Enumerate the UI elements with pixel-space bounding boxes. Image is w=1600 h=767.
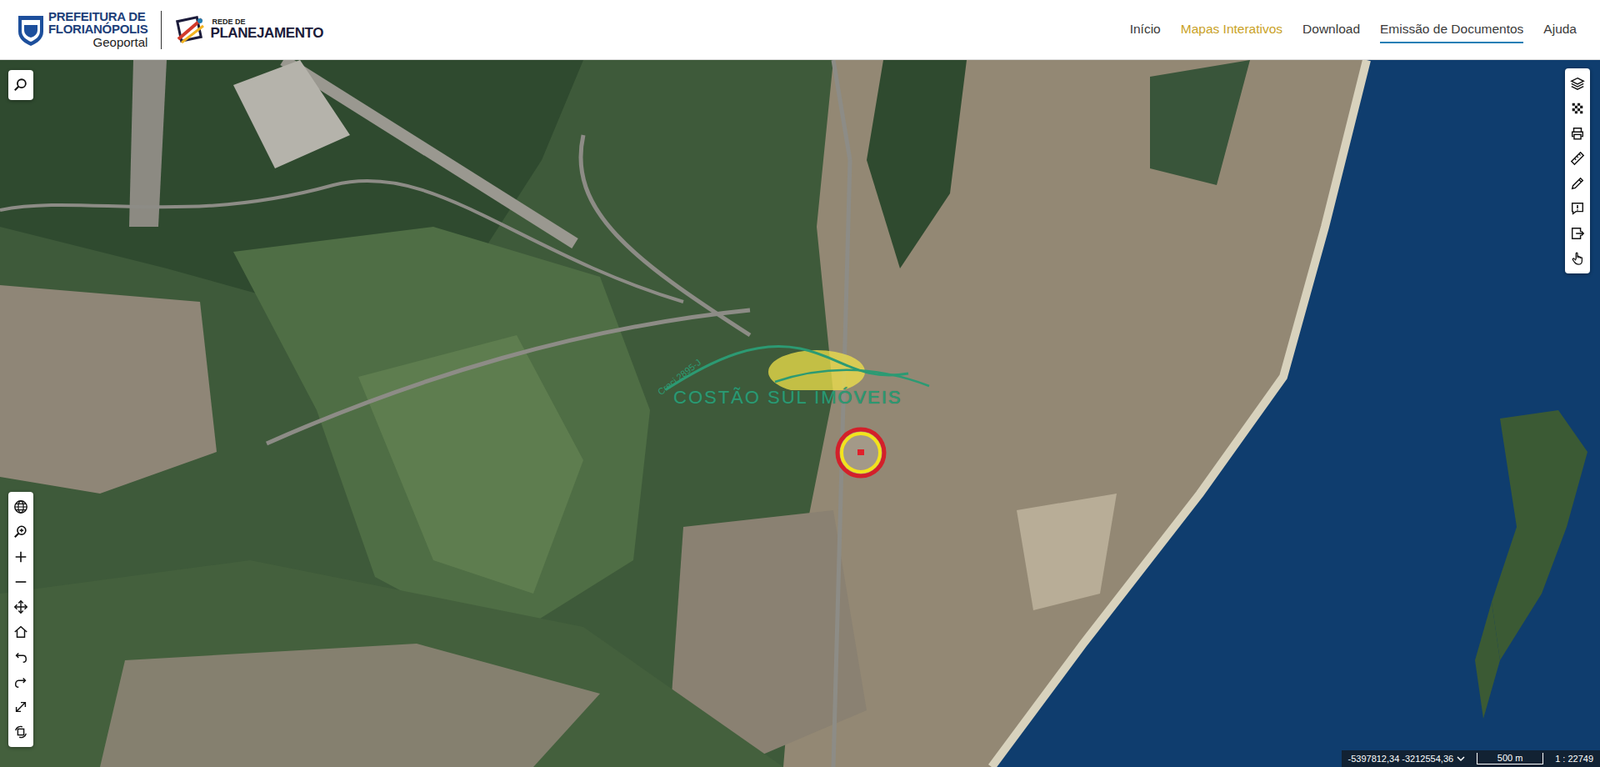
print-button[interactable]	[1565, 120, 1590, 146]
logo-line: FLORIANÓPOLIS	[48, 22, 148, 36]
home-icon	[13, 624, 29, 640]
watermark: Creci 2895-J COSTÃO SUL IMÓVEIS	[658, 340, 942, 424]
planning-network-icon	[175, 14, 207, 46]
expand-icon	[13, 699, 29, 715]
divider	[160, 10, 162, 50]
globe-button[interactable]	[8, 494, 34, 520]
zoom-area-button[interactable]	[8, 519, 34, 545]
prefeitura-logo[interactable]: PREFEITURA DE FLORIANÓPOLIS Geoportal	[16, 10, 148, 50]
zoom-search-icon	[13, 524, 29, 540]
nav-underline	[1543, 41, 1577, 44]
brand[interactable]: PREFEITURA DE FLORIANÓPOLIS Geoportal RE…	[16, 10, 324, 50]
search-icon	[13, 77, 29, 93]
search-button[interactable]	[8, 72, 34, 98]
logo-line: PREFEITURA DE	[48, 10, 148, 24]
plus-icon	[13, 549, 29, 565]
globe-icon	[13, 499, 29, 515]
printer-icon	[1570, 125, 1585, 141]
nav-link[interactable]: Emissão de Documentos	[1380, 15, 1524, 44]
rede-line: PLANEJAMENTO	[210, 25, 324, 41]
report-button[interactable]	[1565, 195, 1590, 221]
redo-icon	[13, 674, 29, 690]
undo-button[interactable]	[8, 644, 34, 670]
map[interactable]: Creci 2895-J COSTÃO SUL IMÓVEIS	[0, 60, 1600, 767]
main-nav: Início Mapas Interativos Download Emissão d…	[1130, 15, 1584, 44]
export-button[interactable]	[1565, 220, 1590, 246]
navigation-toolbar	[8, 491, 34, 747]
rotate-icon	[13, 724, 29, 740]
tools-toolbar	[1565, 68, 1590, 274]
layers-icon	[1570, 75, 1585, 91]
nav-link[interactable]: Download	[1302, 15, 1360, 44]
nav-label: Download	[1302, 21, 1360, 36]
nav-underline	[1302, 41, 1360, 44]
zoom-in-button[interactable]	[8, 544, 34, 570]
scale-bar: 500 m	[1476, 752, 1544, 765]
nav-label: Emissão de Documentos	[1380, 21, 1524, 36]
nav-label: Início	[1130, 21, 1161, 36]
nav-link[interactable]: Início	[1130, 15, 1161, 44]
search-toolbar	[8, 70, 34, 100]
coordinates: -5397812,34 -3212554,36	[1348, 751, 1455, 766]
draw-button[interactable]	[1565, 170, 1590, 196]
coordinate-selector[interactable]: -5397812,34 -3212554,36	[1348, 751, 1466, 766]
nav-link[interactable]: Mapas Interativos	[1180, 15, 1283, 44]
zoom-out-button[interactable]	[8, 569, 34, 595]
scale-ratio: 1 : 22749	[1555, 751, 1594, 766]
export-icon	[1570, 225, 1585, 241]
report-icon	[1570, 200, 1585, 216]
redo-button[interactable]	[8, 669, 34, 695]
measure-button[interactable]	[1565, 145, 1590, 171]
nav-underline	[1130, 41, 1161, 44]
home-button[interactable]	[8, 619, 34, 645]
crest-icon	[16, 13, 45, 47]
rede-line: REDE DE	[210, 18, 324, 26]
satellite-image	[0, 60, 1600, 767]
status-bar: -5397812,34 -3212554,36 500 m 1 : 22749	[1341, 750, 1600, 767]
pan-button[interactable]	[8, 594, 34, 620]
rede-logo[interactable]: REDE DE PLANEJAMENTO	[175, 14, 324, 46]
nav-underline	[1180, 41, 1283, 44]
identify-button[interactable]	[1565, 245, 1590, 271]
watermark-brand: COSTÃO SUL IMÓVEIS	[673, 383, 903, 411]
watermark-wave-icon	[658, 340, 942, 390]
hand-pointer-icon	[1570, 250, 1585, 266]
ruler-icon	[1570, 150, 1585, 166]
logo-subtitle: Geoportal	[48, 35, 148, 50]
chevron-down-icon	[1456, 755, 1465, 762]
rotate-button[interactable]	[8, 719, 34, 745]
nav-label: Ajuda	[1543, 21, 1577, 36]
pencil-icon	[1570, 175, 1585, 191]
fullscreen-button[interactable]	[8, 694, 34, 720]
basemap-button[interactable]	[1565, 95, 1590, 121]
layers-button[interactable]	[1565, 70, 1590, 96]
nav-underline	[1380, 41, 1524, 44]
undo-icon	[13, 649, 29, 665]
nav-link[interactable]: Ajuda	[1543, 15, 1577, 44]
watermark-creci: Creci 2895-J	[655, 355, 705, 399]
nav-label: Mapas Interativos	[1180, 21, 1283, 36]
header: PREFEITURA DE FLORIANÓPOLIS Geoportal RE…	[0, 0, 1600, 60]
checkerboard-icon	[1570, 100, 1585, 116]
minus-icon	[13, 574, 29, 590]
location-marker-icon[interactable]	[834, 425, 888, 480]
pan-arrows-icon	[13, 599, 29, 615]
